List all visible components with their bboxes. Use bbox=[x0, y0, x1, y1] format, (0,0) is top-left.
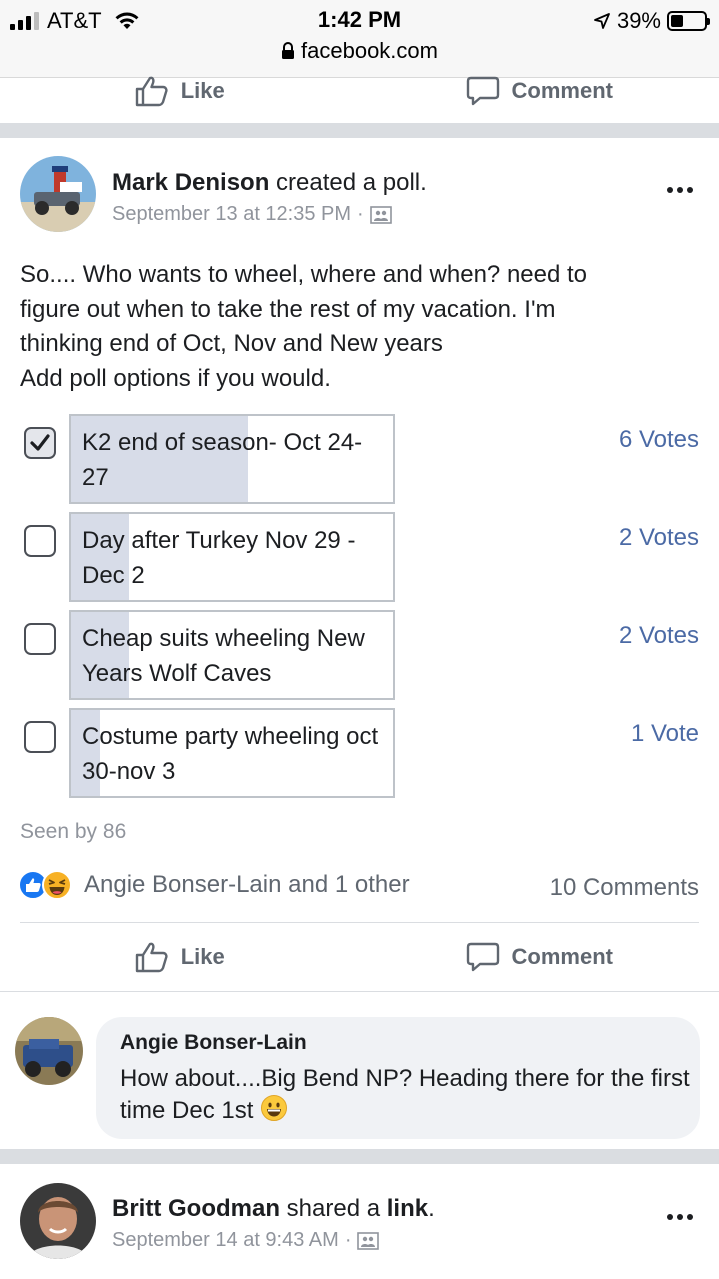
feed-separator bbox=[0, 123, 719, 138]
avatar[interactable] bbox=[15, 1017, 83, 1085]
post-body: So.... Who wants to wheel, where and whe… bbox=[20, 258, 700, 396]
post-action-link[interactable]: link bbox=[387, 1195, 428, 1222]
avatar-britt-image bbox=[20, 1183, 96, 1259]
more-options-icon[interactable] bbox=[667, 187, 693, 193]
avatar[interactable] bbox=[20, 156, 96, 232]
comment-button[interactable]: Comment bbox=[360, 937, 719, 977]
previous-post-actions: Like Comment bbox=[0, 72, 719, 110]
url-bar[interactable]: facebook.com bbox=[0, 38, 719, 64]
poll-checkbox[interactable] bbox=[24, 525, 56, 557]
seen-by-count[interactable]: Seen by 86 bbox=[20, 820, 126, 844]
post-action-suffix: . bbox=[428, 1195, 435, 1222]
post-action: shared a bbox=[280, 1195, 387, 1222]
post-timestamp[interactable]: September 14 at 9:43 AM bbox=[112, 1229, 339, 1252]
comment-author[interactable]: Angie Bonser-Lain bbox=[120, 1031, 307, 1055]
feed-separator bbox=[0, 1149, 719, 1164]
avatar-angie-image bbox=[15, 1017, 83, 1085]
post-text-line: Add poll options if you would. bbox=[20, 364, 331, 392]
friends-audience-icon bbox=[369, 205, 392, 224]
checkmark-icon bbox=[30, 434, 50, 451]
post-author-name[interactable]: Britt Goodman bbox=[112, 1195, 280, 1222]
comment-label: Comment bbox=[511, 78, 613, 103]
lock-icon bbox=[282, 42, 295, 59]
poll-option-box[interactable]: Cheap suits wheeling New Years Wolf Cave… bbox=[69, 610, 395, 700]
poll-vote-count[interactable]: 6 Votes bbox=[619, 426, 699, 454]
post-meta: September 14 at 9:43 AM · bbox=[112, 1229, 380, 1252]
like-button[interactable]: Like bbox=[0, 72, 360, 110]
like-label: Like bbox=[180, 944, 225, 969]
poll-option-label: K2 end of season- Oct 24-27 bbox=[82, 429, 363, 491]
post-actions: Like Comment bbox=[0, 937, 719, 977]
poll-option-box[interactable]: K2 end of season- Oct 24-27 bbox=[69, 414, 395, 504]
post-author-name[interactable]: Mark Denison bbox=[112, 169, 269, 196]
poll-vote-count[interactable]: 2 Votes bbox=[619, 524, 699, 552]
post-text-line: figure out when to take the rest of my v… bbox=[20, 295, 556, 323]
poll-checkbox-checked[interactable] bbox=[24, 427, 56, 459]
comment-button[interactable]: Comment bbox=[360, 72, 719, 110]
comment-bubble[interactable]: Angie Bonser-Lain How about....Big Bend … bbox=[96, 1017, 700, 1139]
divider bbox=[20, 922, 699, 923]
grinning-emoji-icon bbox=[261, 1095, 288, 1121]
comment-icon bbox=[466, 76, 499, 106]
comment-text: How about....Big Bend NP? Heading there … bbox=[120, 1063, 690, 1126]
url-text: facebook.com bbox=[301, 38, 438, 63]
poll-vote-count[interactable]: 1 Vote bbox=[631, 720, 699, 748]
poll-option-label: Cheap suits wheeling New Years Wolf Cave… bbox=[82, 625, 365, 687]
poll-checkbox[interactable] bbox=[24, 623, 56, 655]
comment-icon bbox=[466, 942, 499, 972]
location-arrow-icon bbox=[594, 13, 610, 29]
avatar[interactable] bbox=[20, 1183, 96, 1259]
poll-option[interactable]: Day after Turkey Nov 29 - Dec 2 2 Votes bbox=[0, 512, 719, 602]
comment-label: Comment bbox=[511, 944, 613, 969]
poll-option-label: Day after Turkey Nov 29 - Dec 2 bbox=[82, 527, 356, 589]
poll-option-box[interactable]: Costume party wheeling oct 30-nov 3 bbox=[69, 708, 395, 798]
post-timestamp[interactable]: September 13 at 12:35 PM bbox=[112, 203, 351, 226]
poll-checkbox[interactable] bbox=[24, 721, 56, 753]
status-bar: AT&T 1:42 PM facebook.com 39% bbox=[0, 0, 719, 78]
poll-option[interactable]: K2 end of season- Oct 24-27 6 Votes bbox=[0, 414, 719, 504]
meta-separator: · bbox=[357, 203, 364, 225]
battery-fill bbox=[671, 15, 684, 27]
post-author-line: Britt Goodman shared a link. bbox=[112, 1195, 435, 1223]
poll-option-box[interactable]: Day after Turkey Nov 29 - Dec 2 bbox=[69, 512, 395, 602]
post-meta: September 13 at 12:35 PM · bbox=[112, 203, 392, 226]
like-button[interactable]: Like bbox=[0, 937, 360, 977]
poll-option[interactable]: Cheap suits wheeling New Years Wolf Cave… bbox=[0, 610, 719, 700]
post-text-line: So.... Who wants to wheel, where and whe… bbox=[20, 261, 588, 288]
poll-option-label: Costume party wheeling oct 30-nov 3 bbox=[82, 723, 379, 785]
thumbs-up-icon bbox=[135, 942, 168, 973]
post-author-line: Mark Denison created a poll. bbox=[112, 169, 427, 197]
more-options-icon[interactable] bbox=[667, 1214, 693, 1220]
haha-reaction-icon bbox=[42, 870, 72, 900]
post-action: created a poll. bbox=[269, 169, 427, 196]
thumbs-up-icon bbox=[135, 76, 168, 107]
meta-separator: · bbox=[344, 1229, 352, 1251]
battery-percent: 39% bbox=[616, 8, 661, 33]
comment-text-content: How about....Big Bend NP? Heading there … bbox=[120, 1065, 690, 1124]
reactions-summary[interactable]: Angie Bonser-Lain and 1 other bbox=[18, 870, 410, 900]
divider bbox=[0, 991, 719, 992]
friends-audience-icon bbox=[357, 1231, 380, 1250]
status-right: 39% bbox=[593, 8, 710, 34]
avatar-mark-denison-image bbox=[20, 156, 96, 232]
like-label: Like bbox=[180, 78, 225, 103]
poll-option[interactable]: Costume party wheeling oct 30-nov 3 1 Vo… bbox=[0, 708, 719, 798]
battery-icon bbox=[667, 11, 710, 31]
poll-vote-count[interactable]: 2 Votes bbox=[619, 622, 699, 650]
comments-count[interactable]: 10 Comments bbox=[550, 874, 699, 902]
post-text-line: thinking end of Oct, Nov and New years bbox=[20, 330, 443, 357]
reactors-names: Angie Bonser-Lain and 1 other bbox=[84, 871, 410, 898]
